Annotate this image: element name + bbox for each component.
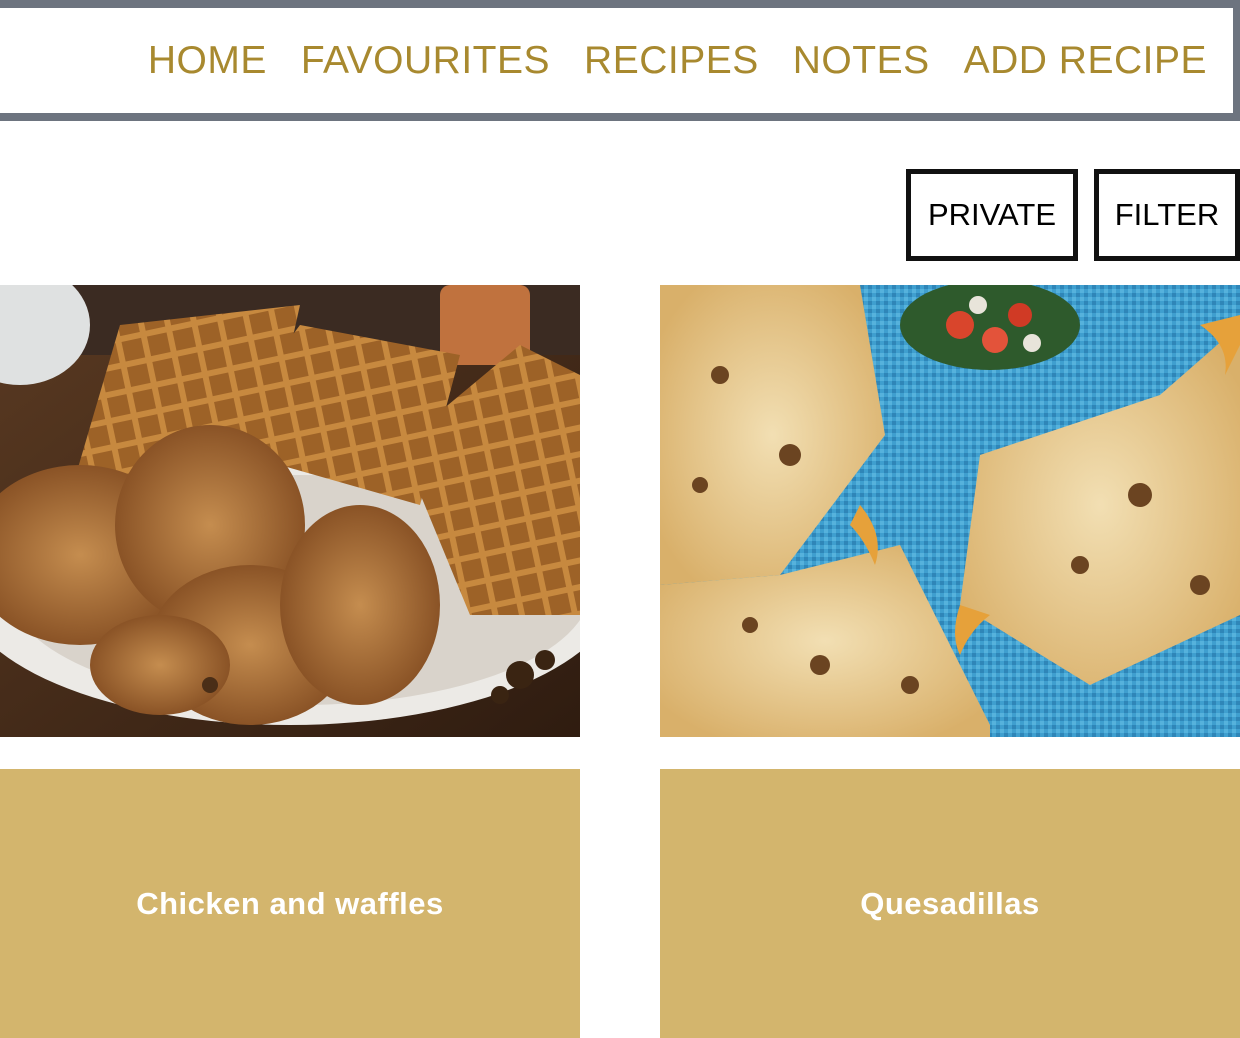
nav-add-recipe-link[interactable]: ADD RECIPE xyxy=(964,39,1207,83)
recipe-card[interactable]: Chicken and waffles xyxy=(0,285,580,1038)
header-inner: HOME FAVOURITES RECIPES NOTES ADD RECIPE xyxy=(0,8,1233,113)
private-button[interactable]: PRIVATE xyxy=(906,169,1078,261)
recipe-card[interactable]: Quesadillas xyxy=(660,285,1240,1038)
quesadillas-image xyxy=(660,285,1240,737)
main-nav: HOME FAVOURITES RECIPES NOTES ADD RECIPE xyxy=(148,8,1207,113)
quesadillas-photo[interactable] xyxy=(660,285,1240,737)
chicken-and-waffles-image xyxy=(0,285,580,737)
nav-home-link[interactable]: HOME xyxy=(148,39,267,83)
recipe-title: Quesadillas xyxy=(860,885,1040,921)
nav-recipes-link[interactable]: RECIPES xyxy=(584,39,759,83)
recipe-title: Chicken and waffles xyxy=(136,885,444,921)
recipe-card-label: Quesadillas xyxy=(660,769,1240,1038)
filter-button[interactable]: FILTER xyxy=(1094,169,1240,261)
recipe-card-label: Chicken and waffles xyxy=(0,769,580,1038)
header-bar: HOME FAVOURITES RECIPES NOTES ADD RECIPE xyxy=(0,0,1240,121)
nav-notes-link[interactable]: NOTES xyxy=(793,39,930,83)
nav-favourites-link[interactable]: FAVOURITES xyxy=(301,39,550,83)
chicken-and-waffles-photo[interactable] xyxy=(0,285,580,737)
